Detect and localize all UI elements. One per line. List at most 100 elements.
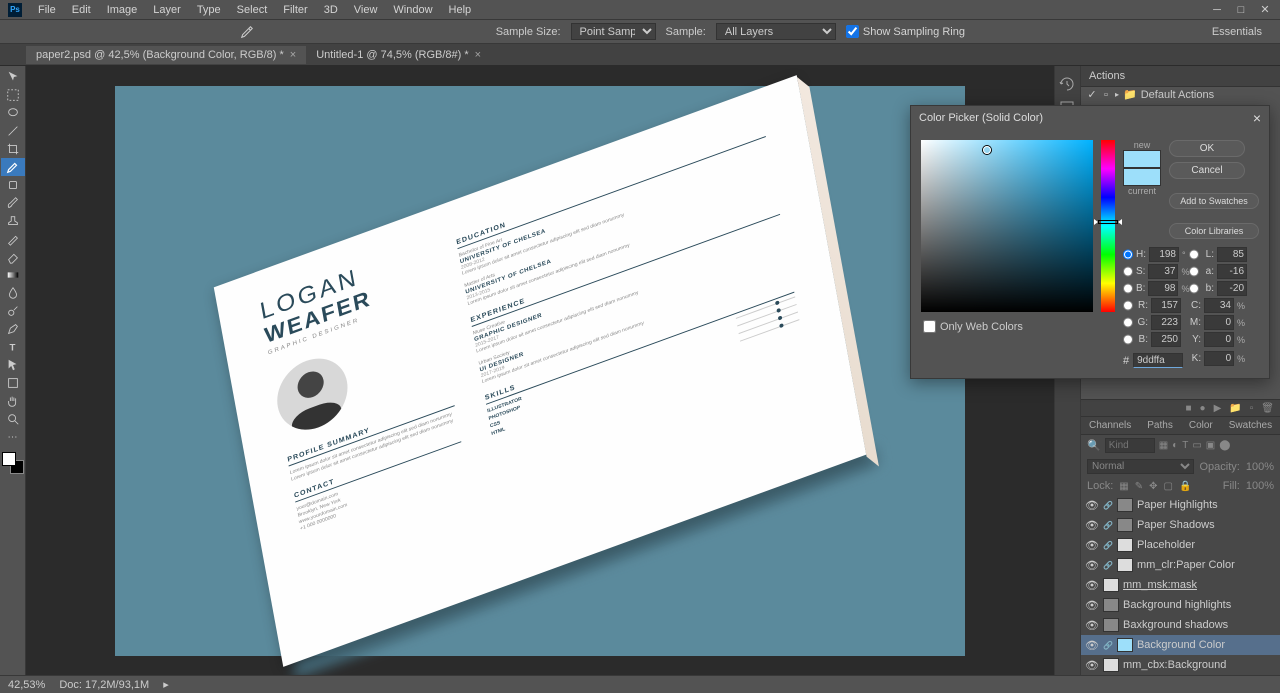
zoom-tool[interactable] (1, 410, 25, 428)
layer-row[interactable]: 👁🔗Background Color (1081, 635, 1280, 655)
web-colors-checkbox[interactable] (923, 320, 936, 333)
shape-tool[interactable] (1, 374, 25, 392)
zoom-level[interactable]: 42,53% (8, 679, 45, 691)
menu-file[interactable]: File (30, 2, 64, 18)
current-color-swatch[interactable] (1123, 168, 1161, 186)
r-input[interactable] (1151, 298, 1181, 313)
m-input[interactable] (1204, 315, 1234, 330)
saturation-cursor[interactable] (983, 146, 991, 154)
visibility-toggle[interactable]: 👁 (1085, 499, 1099, 512)
layer-row[interactable]: 👁🔗Paper Highlights (1081, 495, 1280, 515)
h-radio[interactable] (1123, 248, 1133, 261)
tab-untitled[interactable]: Untitled-1 @ 74,5% (RGB/8#) * × (306, 46, 491, 64)
marquee-tool[interactable] (1, 86, 25, 104)
healing-tool[interactable] (1, 176, 25, 194)
stop-icon[interactable]: ■ (1186, 403, 1192, 414)
lasso-tool[interactable] (1, 104, 25, 122)
g-radio[interactable] (1123, 316, 1133, 329)
a-radio[interactable] (1189, 265, 1199, 278)
tab-paths[interactable]: Paths (1139, 417, 1181, 434)
web-colors-check[interactable]: Only Web Colors (921, 320, 1093, 333)
menu-3d[interactable]: 3D (316, 2, 346, 18)
blend-mode-select[interactable]: Normal (1087, 459, 1194, 474)
trash-icon[interactable]: 🗑 (1261, 403, 1274, 414)
s-input[interactable] (1148, 264, 1178, 279)
text-tool[interactable]: T (1, 338, 25, 356)
visibility-toggle[interactable]: 👁 (1085, 539, 1099, 552)
filter-adjust-icon[interactable]: ◐ (1172, 440, 1178, 451)
history-panel-icon[interactable] (1055, 72, 1079, 96)
move-tool[interactable] (1, 68, 25, 86)
g-input[interactable] (1151, 315, 1181, 330)
layer-row[interactable]: 👁Background highlights (1081, 595, 1280, 615)
layer-row[interactable]: 👁🔗Paper Shadows (1081, 515, 1280, 535)
hue-cursor[interactable] (1098, 220, 1118, 224)
l-radio[interactable] (1189, 248, 1199, 261)
show-ring-checkbox[interactable] (846, 25, 859, 38)
layer-row[interactable]: 👁🔗mm_clr:Paper Color (1081, 555, 1280, 575)
b-radio[interactable] (1123, 282, 1133, 295)
dodge-tool[interactable] (1, 302, 25, 320)
canvas-area[interactable]: LOGAN WEAFER GRAPHIC DESIGNER PROFILE SU… (26, 66, 1054, 675)
opacity-value[interactable]: 100% (1246, 461, 1274, 473)
layer-row[interactable]: 👁Baxkground shadows (1081, 615, 1280, 635)
menu-view[interactable]: View (346, 2, 386, 18)
menu-help[interactable]: Help (441, 2, 480, 18)
play-icon[interactable]: ▶ (1214, 403, 1222, 414)
visibility-toggle[interactable]: 👁 (1085, 639, 1099, 652)
lock-paint-icon[interactable]: ✎ (1135, 481, 1143, 492)
eyedropper-tool-icon[interactable] (235, 23, 259, 41)
menu-filter[interactable]: Filter (275, 2, 315, 18)
stamp-tool[interactable] (1, 212, 25, 230)
blur-tool[interactable] (1, 284, 25, 302)
crop-tool[interactable] (1, 140, 25, 158)
tab-close-icon[interactable]: × (290, 49, 296, 61)
new-set-icon[interactable]: 📁 (1229, 403, 1241, 414)
show-sampling-ring-check[interactable]: Show Sampling Ring (846, 25, 965, 38)
ok-button[interactable]: OK (1169, 140, 1245, 157)
saturation-field[interactable] (921, 140, 1093, 312)
maximize-button[interactable]: □ (1234, 3, 1248, 17)
doc-size[interactable]: Doc: 17,2M/93,1M (59, 679, 149, 691)
document-canvas[interactable]: LOGAN WEAFER GRAPHIC DESIGNER PROFILE SU… (115, 86, 965, 656)
layer-filter-input[interactable] (1105, 438, 1155, 453)
pen-tool[interactable] (1, 320, 25, 338)
action-row[interactable]: ✓▫▸📁Default Actions (1081, 87, 1280, 102)
fill-value[interactable]: 100% (1246, 480, 1274, 492)
filter-shape-icon[interactable]: ▭ (1192, 440, 1201, 451)
menu-type[interactable]: Type (189, 2, 229, 18)
brush-tool[interactable] (1, 194, 25, 212)
record-icon[interactable]: ● (1200, 403, 1206, 414)
filter-smart-icon[interactable]: ▣ (1206, 440, 1215, 451)
r-radio[interactable] (1123, 299, 1133, 312)
bb-input[interactable] (1217, 281, 1247, 296)
k-input[interactable] (1204, 351, 1234, 366)
color-libraries-button[interactable]: Color Libraries (1169, 223, 1259, 239)
menu-layer[interactable]: Layer (145, 2, 189, 18)
status-chevron-icon[interactable]: ▸ (163, 678, 169, 691)
actions-panel-header[interactable]: Actions (1081, 66, 1280, 87)
visibility-toggle[interactable]: 👁 (1085, 519, 1099, 532)
menu-select[interactable]: Select (229, 2, 276, 18)
bb-radio[interactable] (1189, 282, 1199, 295)
hand-tool[interactable] (1, 392, 25, 410)
wand-tool[interactable] (1, 122, 25, 140)
filter-type-icon[interactable]: T (1182, 440, 1188, 451)
visibility-toggle[interactable]: 👁 (1085, 579, 1099, 592)
bv-input[interactable] (1148, 281, 1178, 296)
sample-size-select[interactable]: Point Sample (571, 23, 656, 40)
bbb-radio[interactable] (1123, 333, 1133, 346)
l-input[interactable] (1217, 247, 1247, 262)
edit-toolbar[interactable]: ⋯ (1, 428, 25, 446)
visibility-toggle[interactable]: 👁 (1085, 659, 1099, 672)
visibility-toggle[interactable]: 👁 (1085, 559, 1099, 572)
filter-toggle-icon[interactable]: ⬤ (1219, 440, 1230, 451)
cancel-button[interactable]: Cancel (1169, 162, 1245, 179)
blue-input[interactable] (1151, 332, 1181, 347)
eraser-tool[interactable] (1, 248, 25, 266)
close-button[interactable]: ✕ (1258, 3, 1272, 17)
gradient-tool[interactable] (1, 266, 25, 284)
menu-edit[interactable]: Edit (64, 2, 99, 18)
new-action-icon[interactable]: ▫ (1250, 403, 1254, 414)
hex-input[interactable] (1133, 353, 1183, 368)
